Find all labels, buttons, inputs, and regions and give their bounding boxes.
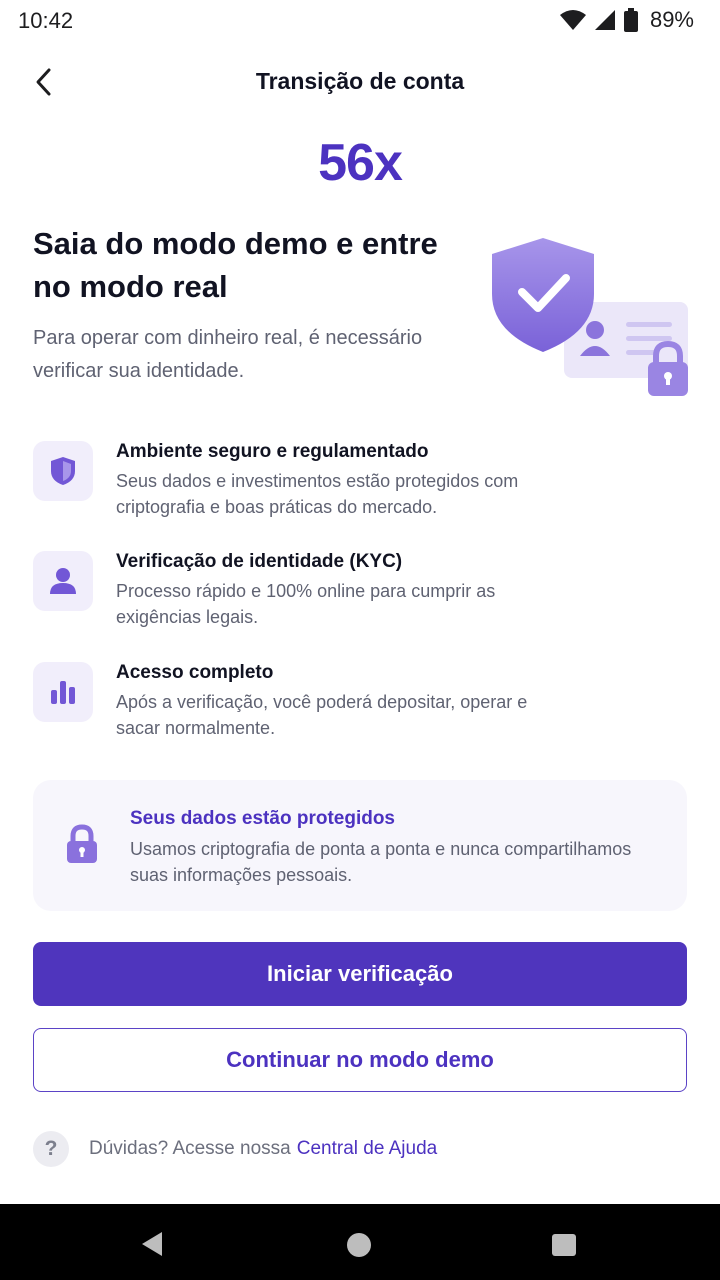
feature-secure: Ambiente seguro e regulamentado Seus dad… (33, 441, 593, 531)
feature-title: Verificação de identidade (KYC) (116, 551, 403, 572)
feature-kyc: Verificação de identidade (KYC) Processo… (33, 551, 593, 641)
status-icons: 89% (559, 7, 694, 33)
shield-id-card-illustration (488, 232, 694, 402)
feature-description: Seus dados e investimentos estão protegi… (116, 471, 519, 517)
shield-icon (51, 457, 75, 485)
feature-title: Ambiente seguro e regulamentado (116, 441, 429, 462)
status-time: 10:42 (18, 8, 74, 33)
user-icon (50, 568, 76, 594)
hero-title: Saia do modo demo e entre no modo real (33, 226, 438, 304)
feature-icon-box (33, 441, 93, 501)
cell-signal-icon (594, 10, 615, 30)
nav-recents-icon[interactable] (552, 1234, 576, 1256)
start-verification-button[interactable]: Iniciar verificação (33, 942, 687, 1006)
feature-full-access: Acesso completo Após a verificação, você… (33, 662, 593, 752)
battery-icon (623, 8, 638, 32)
feature-title: Acesso completo (116, 662, 274, 683)
info-card-description: Usamos criptografia de ponta a ponta e n… (130, 839, 632, 885)
continue-demo-button[interactable]: Continuar no modo demo (33, 1028, 687, 1092)
battery-percent: 89% (649, 7, 694, 32)
feature-icon-box (33, 662, 93, 722)
feature-description: Processo rápido e 100% online para cumpr… (116, 581, 496, 627)
help-row: ? Dúvidas? Acesse nossa Central de Ajuda (33, 1131, 437, 1167)
nav-home-icon[interactable] (347, 1233, 371, 1257)
hero-subtitle: Para operar com dinheiro real, é necessá… (33, 327, 423, 382)
help-center-link[interactable]: Central de Ajuda (297, 1138, 438, 1160)
page-title: Transição de conta (255, 68, 465, 94)
lock-icon (67, 824, 97, 863)
brand-logo: 56x (318, 134, 403, 192)
app-header: Transição de conta (0, 50, 720, 114)
bar-chart-icon (51, 681, 75, 704)
info-card-title: Seus dados estão protegidos (130, 808, 395, 829)
status-bar: 10:42 89% (0, 0, 720, 40)
help-text: Dúvidas? Acesse nossa (89, 1138, 291, 1159)
wifi-icon (559, 10, 586, 30)
question-icon: ? (33, 1131, 69, 1167)
nav-back-icon[interactable] (138, 1230, 166, 1258)
feature-description: Após a verificação, você poderá deposita… (116, 692, 528, 738)
system-nav-bar (0, 1204, 720, 1280)
data-protection-card: Seus dados estão protegidos Usamos cript… (33, 780, 687, 911)
feature-icon-box (33, 551, 93, 611)
